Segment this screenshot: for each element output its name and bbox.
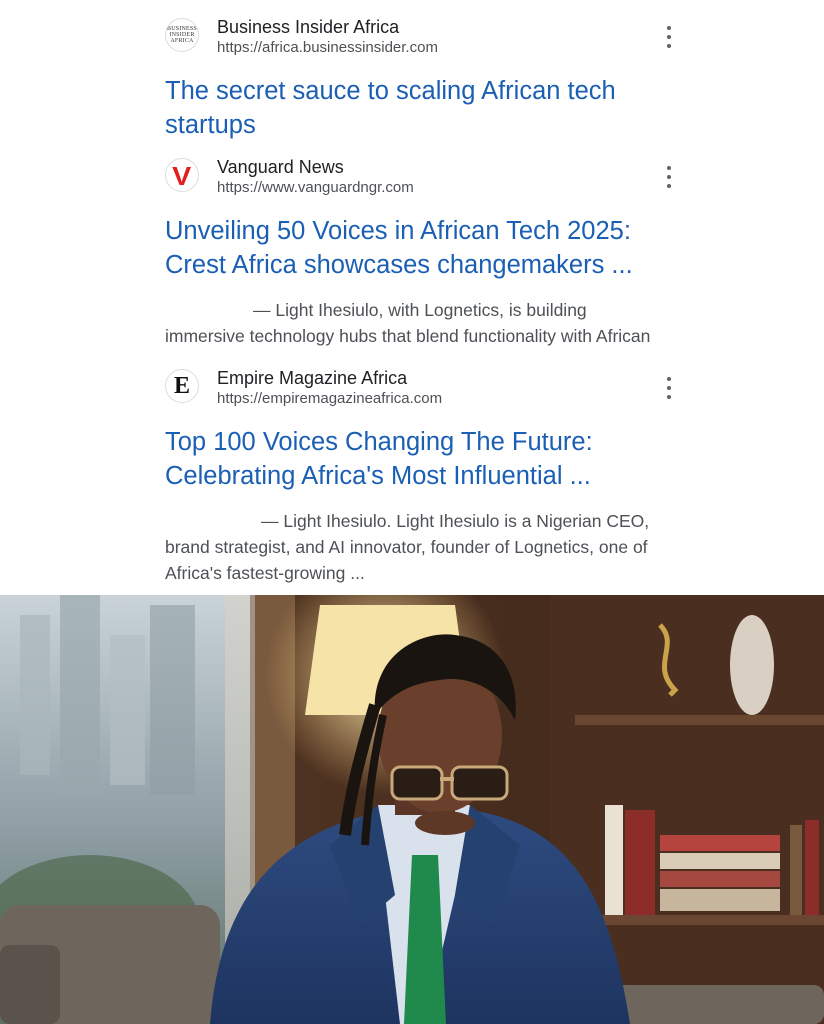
- title-line: Crest Africa showcases changemakers ...: [165, 251, 633, 279]
- result-source[interactable]: BUSINESS INSIDER AFRICA Business Insider A…: [165, 17, 685, 62]
- site-url: https://empiremagazineafrica.com: [217, 390, 443, 407]
- result-snippet: — Light Ihesiulo, with Lognetics, is bui…: [165, 297, 680, 349]
- site-url: https://africa.businessinsider.com: [217, 39, 438, 56]
- search-result: BUSINESS INSIDER AFRICA Business Insider A…: [165, 17, 685, 142]
- favicon-logo-text: V: [172, 160, 192, 191]
- snippet-line: immersive technology hubs that blend fun…: [165, 326, 651, 346]
- result-title-link[interactable]: The secret sauce to scaling African tech…: [165, 74, 665, 142]
- search-result: E Empire Magazine Africa https://empirem…: [165, 368, 685, 586]
- more-vert-icon[interactable]: [661, 166, 677, 188]
- more-vert-icon[interactable]: [661, 26, 677, 48]
- search-results-page: BUSINESS INSIDER AFRICA Business Insider A…: [0, 0, 824, 1024]
- result-source[interactable]: E Empire Magazine Africa https://empirem…: [165, 368, 685, 413]
- title-line: Celebrating Africa's Most Influential ..…: [165, 462, 591, 490]
- result-title-link[interactable]: Unveiling 50 Voices in African Tech 2025…: [165, 214, 665, 282]
- more-vert-icon[interactable]: [661, 377, 677, 399]
- site-name: Vanguard News: [217, 157, 344, 177]
- snippet-line: — Light Ihesiulo. Light Ihesiulo is a Ni…: [261, 511, 650, 531]
- site-url: https://www.vanguardngr.com: [217, 179, 414, 196]
- search-result: V Vanguard News https://www.vanguardngr.…: [165, 157, 685, 349]
- vanguard-favicon-icon: V: [165, 158, 199, 192]
- site-name: Empire Magazine Africa: [217, 368, 408, 388]
- portrait-illustration: [0, 595, 824, 1024]
- title-line: Unveiling 50 Voices in African Tech 2025…: [165, 217, 631, 245]
- result-source[interactable]: V Vanguard News https://www.vanguardngr.…: [165, 157, 685, 202]
- title-line: The secret sauce to scaling African tech: [165, 77, 616, 105]
- portrait-photo: [0, 595, 824, 1024]
- empire-magazine-favicon-icon: E: [165, 369, 199, 403]
- site-name: Business Insider Africa: [217, 17, 400, 37]
- snippet-line: — Light Ihesiulo, with Lognetics, is bui…: [253, 300, 587, 320]
- title-line: Top 100 Voices Changing The Future:: [165, 428, 593, 456]
- result-title-link[interactable]: Top 100 Voices Changing The Future: Cele…: [165, 425, 665, 493]
- business-insider-favicon-icon: BUSINESS INSIDER AFRICA: [165, 18, 199, 52]
- favicon-logo-text: BUSINESS INSIDER AFRICA: [167, 26, 197, 44]
- result-snippet: — Light Ihesiulo. Light Ihesiulo is a Ni…: [165, 508, 680, 586]
- title-line: startups: [165, 111, 256, 139]
- snippet-line: brand strategist, and AI innovator, foun…: [165, 537, 648, 557]
- snippet-line: Africa's fastest-growing ...: [165, 563, 365, 583]
- favicon-logo-text: E: [173, 372, 190, 399]
